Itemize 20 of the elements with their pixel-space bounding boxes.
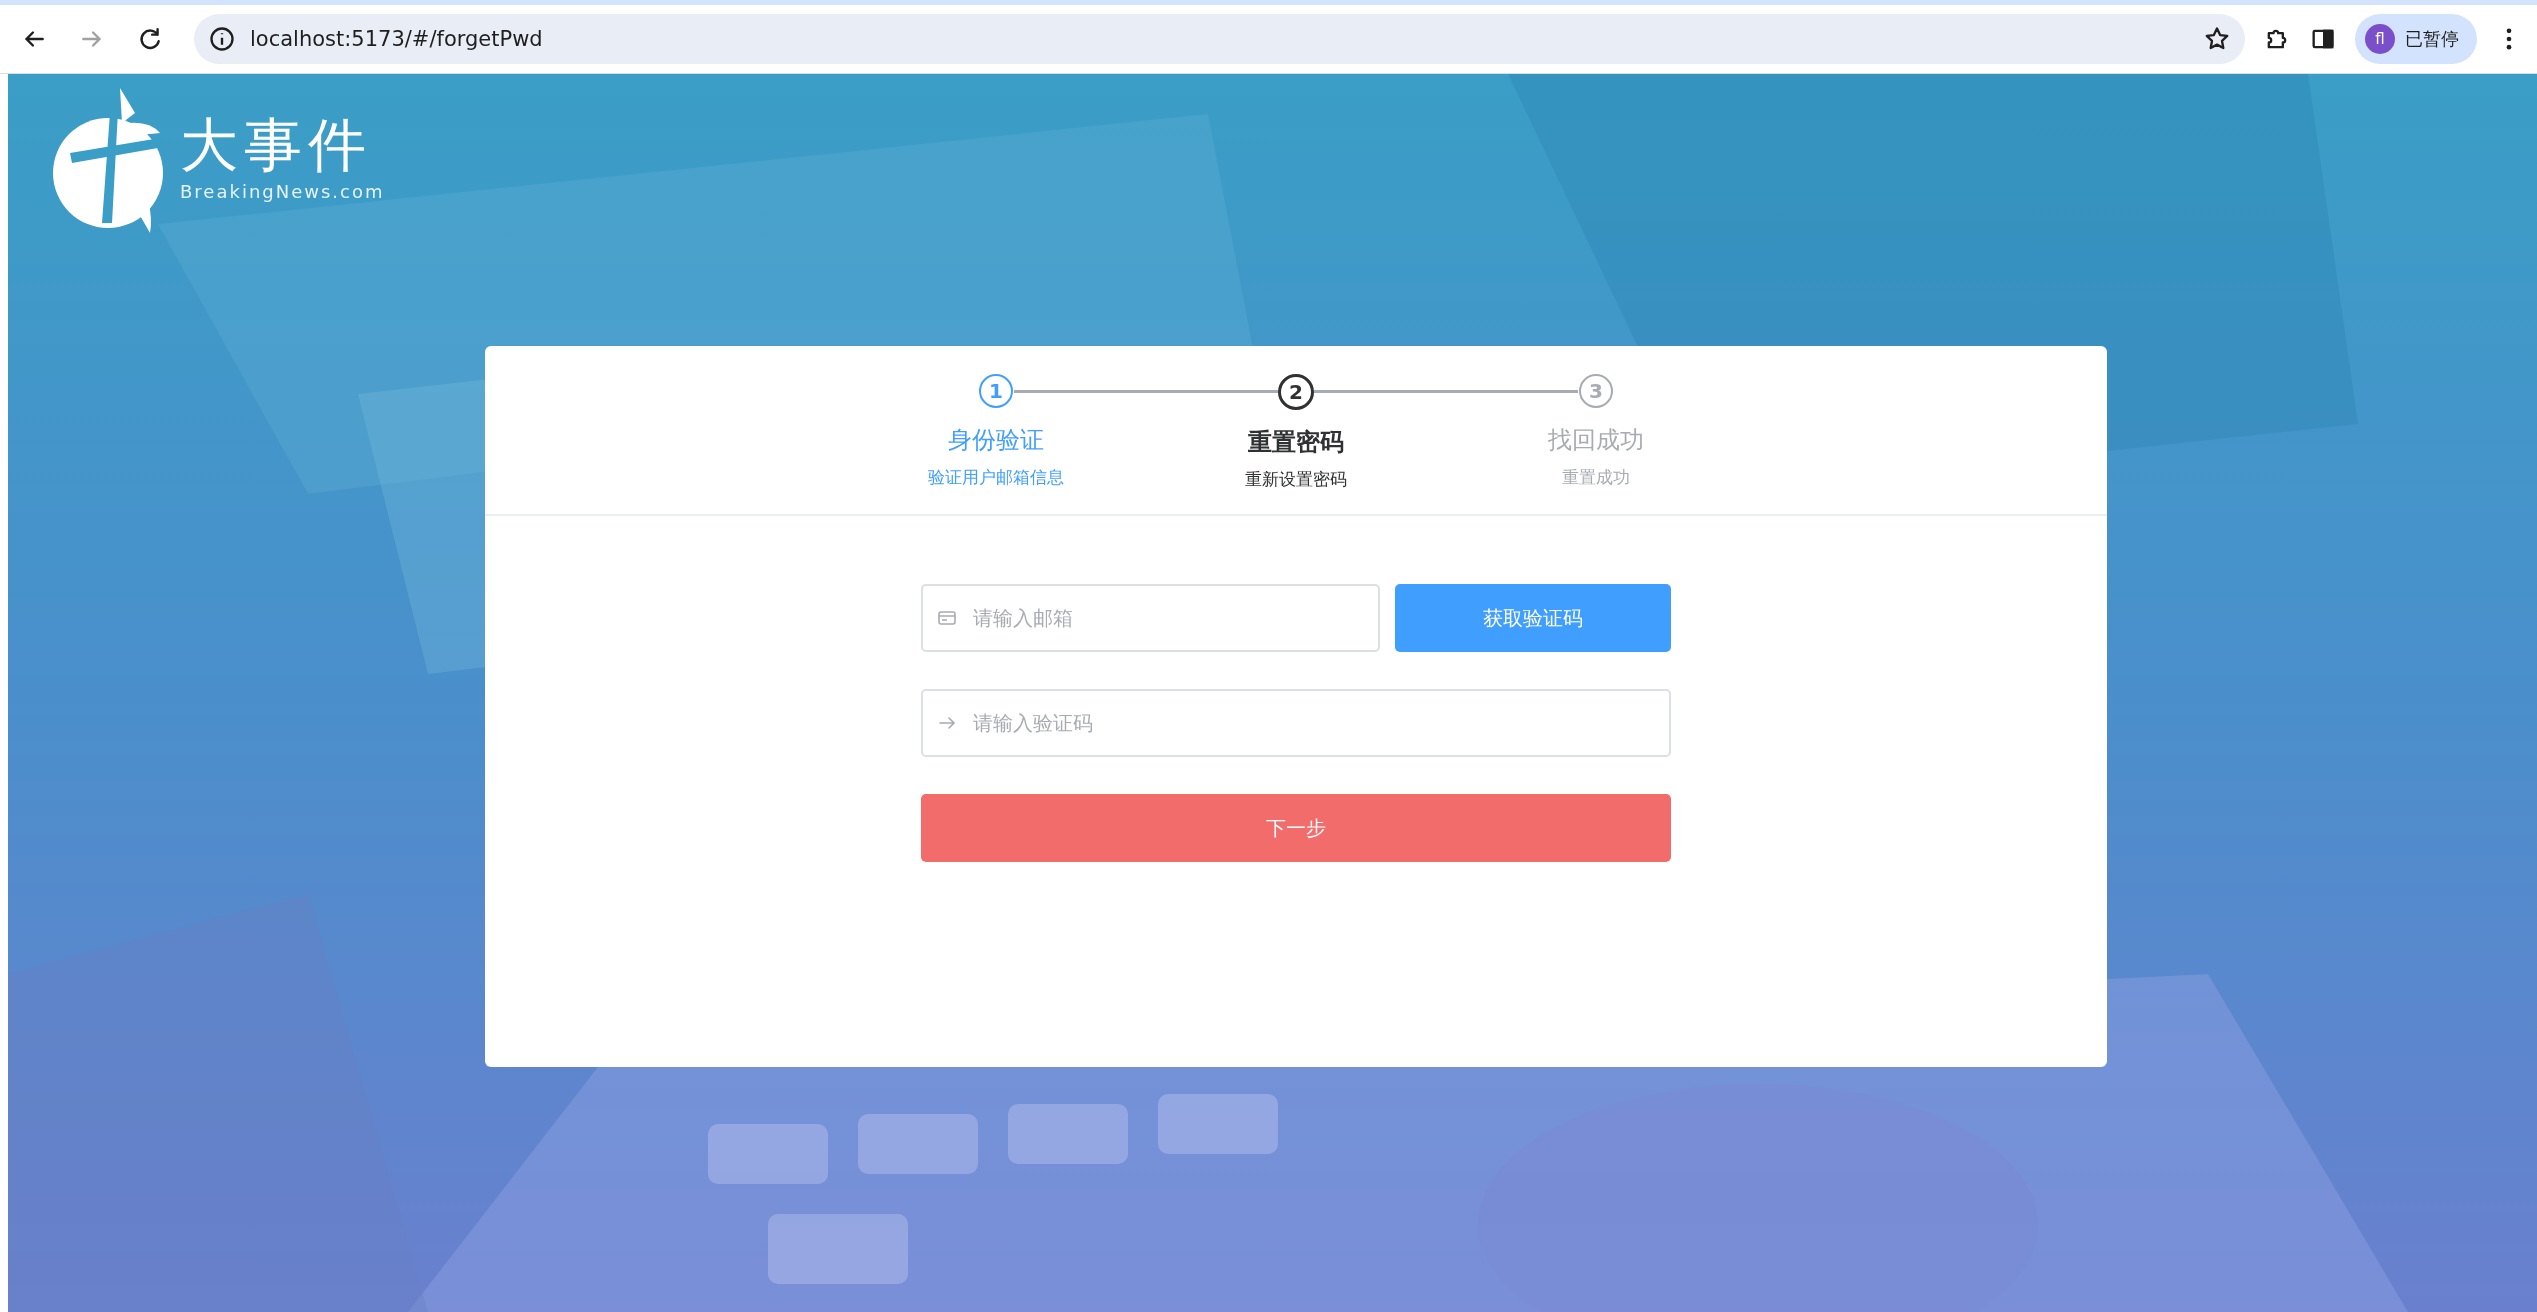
step-description: 重置成功 <box>1562 466 1630 489</box>
card-icon <box>937 608 957 628</box>
step-title: 身份验证 <box>948 425 1044 456</box>
step-description: 验证用户邮箱信息 <box>928 466 1064 489</box>
info-icon[interactable] <box>208 25 236 53</box>
code-field[interactable]: 请输入验证码 <box>921 689 1671 757</box>
step-description: 重新设置密码 <box>1245 468 1347 491</box>
logo-subtitle: BreakingNews.com <box>180 181 385 203</box>
step-number: 1 <box>979 374 1013 408</box>
step-title: 重置密码 <box>1248 427 1344 458</box>
step-number: 2 <box>1278 374 1314 410</box>
step-title: 找回成功 <box>1548 425 1644 456</box>
step-number: 3 <box>1579 374 1613 408</box>
logo-title: 大事件 <box>180 113 372 178</box>
reload-icon[interactable] <box>137 26 163 52</box>
url-text: localhost:5173/#/forgetPwd <box>250 27 544 51</box>
address-bar[interactable]: localhost:5173/#/forgetPwd <box>194 14 2245 64</box>
avatar: fl <box>2365 24 2395 54</box>
profile-button[interactable]: fl 已暂停 <box>2355 14 2477 64</box>
email-field[interactable]: 请输入邮箱 <box>921 584 1380 652</box>
